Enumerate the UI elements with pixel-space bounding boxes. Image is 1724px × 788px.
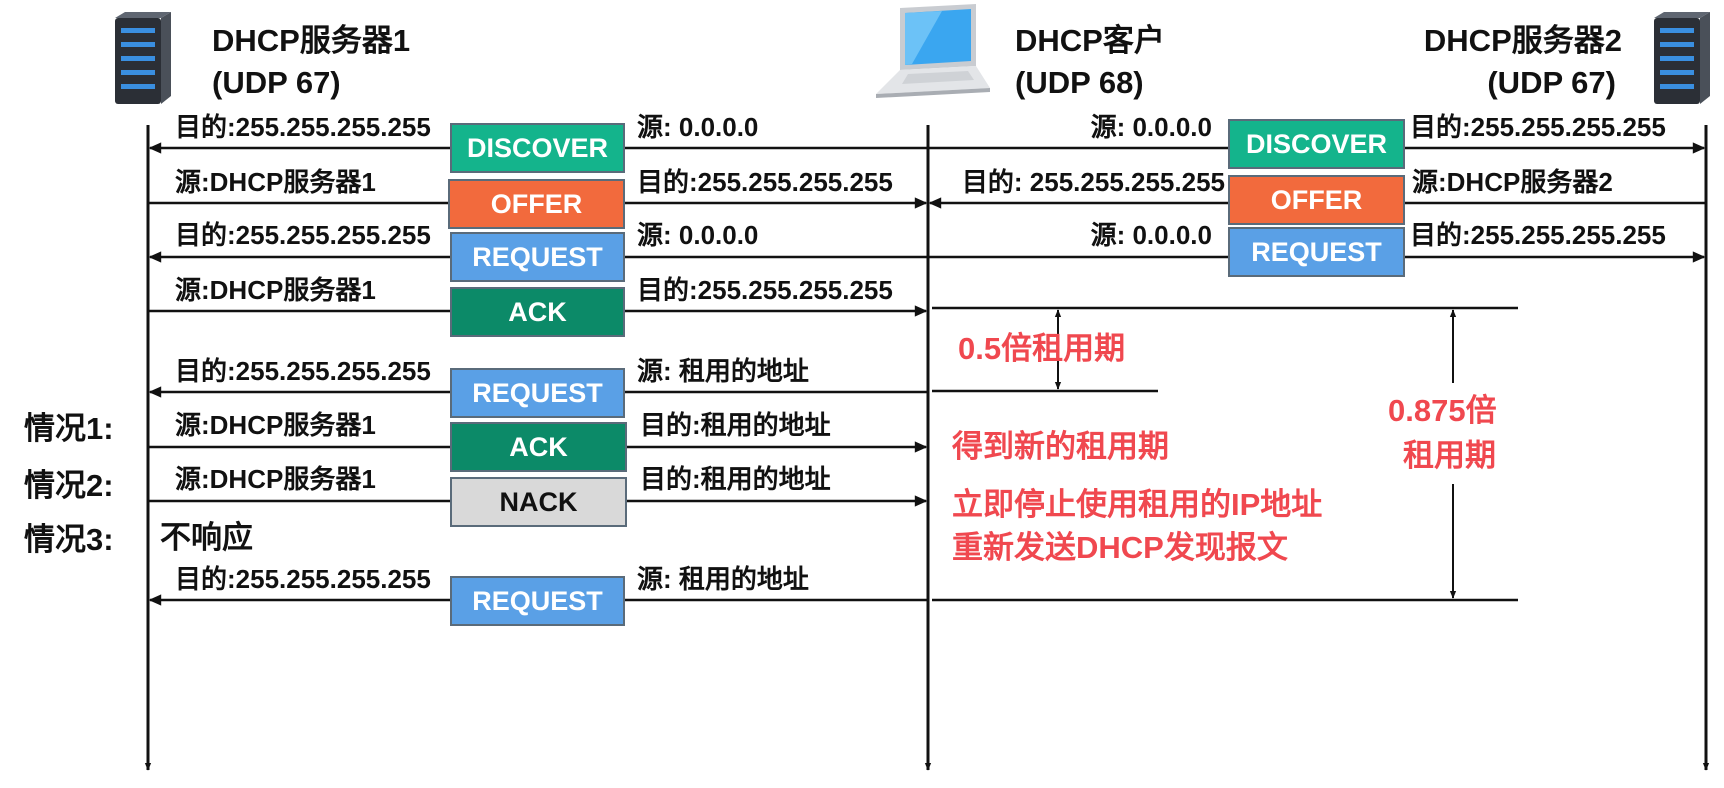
label-request-dest: 目的:255.255.255.255 <box>175 220 431 250</box>
case-3-label: 情况3: <box>24 522 114 557</box>
resend-label: 重新发送DHCP发现报文 <box>952 530 1288 565</box>
ratio-0875-line1: 0.875倍 <box>1388 393 1497 428</box>
message-nack: NACK <box>450 477 627 527</box>
message-ack: ACK <box>450 287 625 337</box>
message-offer-server2: OFFER <box>1228 175 1405 225</box>
server1-name: DHCP服务器1 <box>212 23 411 58</box>
new-lease-label: 得到新的租用期 <box>952 429 1169 464</box>
label-discover-src: 源: 0.0.0.0 <box>637 112 759 142</box>
label-r-offer-dest: 目的: 255.255.255.255 <box>961 167 1225 197</box>
message-request-server2: REQUEST <box>1228 227 1405 277</box>
laptop-icon <box>876 4 990 98</box>
no-response-label: 不响应 <box>160 520 253 555</box>
message-request: REQUEST <box>450 232 625 282</box>
server-icon <box>1654 12 1710 104</box>
label-nack-src: 源:DHCP服务器1 <box>175 464 376 494</box>
message-request-renew: REQUEST <box>450 368 625 418</box>
label-ack-src: 源:DHCP服务器1 <box>175 275 376 305</box>
label-r-request-dest: 目的:255.255.255.255 <box>1410 220 1666 250</box>
client-name: DHCP客户 <box>1015 23 1165 58</box>
message-ack-renew: ACK <box>450 422 627 472</box>
half-lease-label: 0.5倍租用期 <box>958 331 1126 366</box>
label-nack-dest: 目的:租用的地址 <box>640 464 831 494</box>
message-discover: DISCOVER <box>450 123 625 173</box>
label-r-offer-src: 源:DHCP服务器2 <box>1412 167 1613 197</box>
server1-port: (UDP 67) <box>212 65 341 100</box>
label-r-request-src: 源: 0.0.0.0 <box>1090 220 1212 250</box>
label-offer-src: 源:DHCP服务器1 <box>175 167 376 197</box>
server-icon <box>115 12 171 104</box>
ratio-0875-line2: 租用期 <box>1403 438 1496 473</box>
label-rebind-request-src: 源: 租用的地址 <box>637 564 809 594</box>
client-port: (UDP 68) <box>1015 65 1144 100</box>
message-request-rebind: REQUEST <box>450 576 625 626</box>
label-renew-request-src: 源: 租用的地址 <box>637 356 809 386</box>
label-r-discover-dest: 目的:255.255.255.255 <box>1410 112 1666 142</box>
label-renew-ack-dest: 目的:租用的地址 <box>640 410 831 440</box>
label-ack-dest: 目的:255.255.255.255 <box>637 275 893 305</box>
server2-port: (UDP 67) <box>1487 65 1616 100</box>
case-2-label: 情况2: <box>24 468 114 503</box>
label-discover-dest: 目的:255.255.255.255 <box>175 112 431 142</box>
label-rebind-request-dest: 目的:255.255.255.255 <box>175 564 431 594</box>
label-renew-request-dest: 目的:255.255.255.255 <box>175 356 431 386</box>
label-request-src: 源: 0.0.0.0 <box>637 220 759 250</box>
label-r-discover-src: 源: 0.0.0.0 <box>1090 112 1212 142</box>
case-1-label: 情况1: <box>24 411 114 446</box>
label-offer-dest: 目的:255.255.255.255 <box>637 167 893 197</box>
server2-name: DHCP服务器2 <box>1423 23 1622 58</box>
message-offer: OFFER <box>448 179 625 229</box>
message-discover-server2: DISCOVER <box>1228 119 1405 169</box>
stop-using-label: 立即停止使用租用的IP地址 <box>952 487 1323 522</box>
label-renew-ack-src: 源:DHCP服务器1 <box>175 410 376 440</box>
